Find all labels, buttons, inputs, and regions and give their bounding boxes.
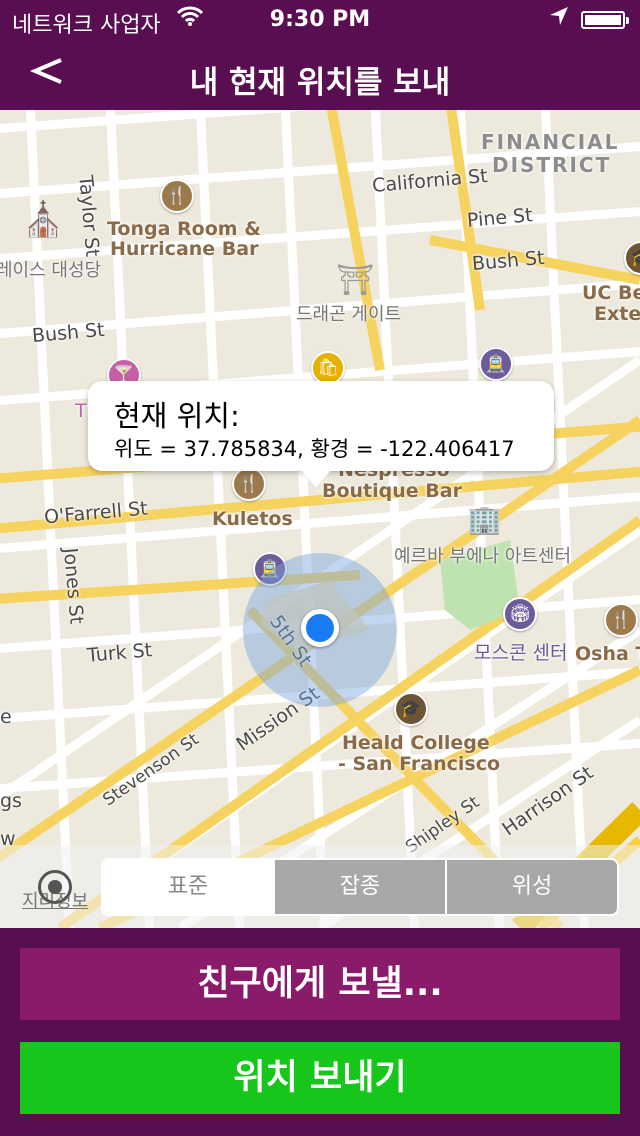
map-label-boutique-bar: Boutique Bar bbox=[322, 480, 462, 502]
map-label-grace-cathedral: 레이스 대성당 bbox=[0, 260, 102, 281]
callout-title: 현재 위치: bbox=[114, 399, 240, 433]
map-label-kuletos: Kuletos bbox=[212, 508, 293, 530]
map-label-hurricane-bar: Hurricane Bar bbox=[110, 238, 259, 260]
user-location-dot[interactable] bbox=[301, 609, 339, 647]
location-callout[interactable]: 현재 위치: 위도 = 37.785834, 황경 = -122.406417 bbox=[88, 381, 554, 487]
map-label-dragon-gate: 드래곤 게이트 bbox=[296, 304, 402, 325]
restaurant-icon[interactable]: 🍴 bbox=[160, 179, 194, 213]
segment-hybrid[interactable]: 잡종 bbox=[273, 860, 445, 914]
segment-standard[interactable]: 표준 bbox=[103, 860, 273, 914]
bottom-action-area: 친구에게 보낼... 위치 보내기 bbox=[0, 928, 640, 1136]
cathedral-icon: ⛪ bbox=[22, 200, 65, 240]
map-toolbar: 지리정보 표준 잡종 위성 bbox=[0, 845, 640, 928]
shopping-icon[interactable]: 🛍 bbox=[311, 351, 345, 385]
building-icon: 🏢 bbox=[467, 503, 502, 536]
segment-satellite[interactable]: 위성 bbox=[445, 860, 617, 914]
map-label-uc-berkeley: UC Be bbox=[582, 282, 640, 304]
map-view[interactable]: FINANCIAL DISTRICT California St Pine St… bbox=[0, 110, 640, 928]
battery-icon bbox=[581, 11, 629, 29]
map-label-yerba-buena: 예르바 부에나 아트센터 bbox=[394, 546, 572, 567]
map-label-e: e bbox=[0, 706, 12, 728]
send-location-button[interactable]: 위치 보내기 bbox=[20, 1042, 620, 1114]
navigation-bar: 내 현재 위치를 보내 bbox=[0, 40, 640, 110]
transit-icon[interactable]: 🚊 bbox=[479, 347, 513, 381]
college-icon[interactable]: 🎓 bbox=[394, 692, 428, 726]
page-title: 내 현재 위치를 보내 bbox=[189, 65, 451, 101]
callout-pointer bbox=[300, 469, 332, 487]
map-label-heald-college: Heald College bbox=[342, 732, 490, 754]
map-type-segmented-control[interactable]: 표준 잡종 위성 bbox=[101, 858, 619, 916]
map-label-gs: gs bbox=[0, 790, 22, 812]
user-tracking-icon bbox=[48, 880, 62, 894]
map-label-osha: Osha Ta bbox=[575, 643, 640, 665]
map-label-heald-sf: - San Francisco bbox=[338, 753, 501, 775]
map-label-tonga-room: Tonga Room & bbox=[107, 218, 261, 240]
map-label-district: DISTRICT bbox=[492, 153, 612, 177]
convention-center-icon[interactable]: 🏟 bbox=[503, 597, 537, 631]
send-to-friend-button[interactable]: 친구에게 보낼... bbox=[20, 948, 620, 1020]
user-tracking-button[interactable] bbox=[38, 870, 72, 904]
location-arrow-icon bbox=[548, 5, 570, 33]
restaurant-kuletos-icon[interactable]: 🍴 bbox=[232, 467, 266, 501]
callout-coordinates: 위도 = 37.785834, 황경 = -122.406417 bbox=[114, 437, 515, 461]
map-label-financial: FINANCIAL bbox=[481, 130, 620, 154]
status-time: 9:30 PM bbox=[269, 7, 371, 32]
restaurant-osha-icon[interactable]: 🍴 bbox=[604, 603, 638, 637]
map-label-uc-extension: Exte bbox=[594, 303, 640, 325]
pagoda-icon: ⛩ bbox=[336, 263, 375, 298]
status-bar: 네트워크 사업자 9:30 PM bbox=[0, 0, 640, 40]
map-label-moscone: 모스콘 센터 bbox=[474, 642, 568, 664]
